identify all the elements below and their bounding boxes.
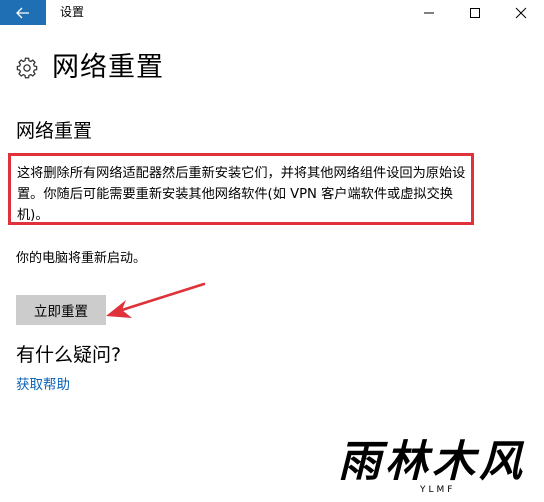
minimize-button[interactable] (406, 0, 452, 25)
reset-now-button[interactable]: 立即重置 (16, 295, 106, 325)
gear-icon (16, 57, 38, 79)
watermark-logo-text: 雨林木风 (338, 437, 526, 487)
maximize-button[interactable] (452, 0, 498, 25)
maximize-icon (470, 7, 480, 18)
close-icon (515, 7, 527, 18)
minimize-icon (424, 12, 434, 13)
settings-window: 设置 网络重置 网络重置 这将删除所有网络适配器然后重新安装它们，并将其他网络组… (0, 0, 544, 502)
back-button[interactable] (0, 0, 46, 25)
page-header: 网络重置 (16, 50, 164, 86)
title-bar: 设置 (0, 0, 544, 25)
watermark-logo: 雨林木风 YLMF (338, 438, 538, 498)
description-highlight-box: 这将删除所有网络适配器然后重新安装它们，并将其他网络组件设回为原始设置。你随后可… (8, 153, 474, 225)
restart-note: 你的电脑将重新启动。 (16, 251, 147, 266)
watermark-logo-sub: YLMF (420, 485, 456, 495)
help-question: 有什么疑问? (16, 344, 122, 366)
get-help-link[interactable]: 获取帮助 (16, 376, 70, 394)
close-button[interactable] (498, 0, 544, 25)
reset-description: 这将删除所有网络适配器然后重新安装它们，并将其他网络组件设回为原始设置。你随后可… (17, 166, 466, 223)
section-title: 网络重置 (16, 120, 93, 142)
back-arrow-icon (16, 7, 29, 18)
page-title: 网络重置 (52, 52, 164, 83)
window-title: 设置 (60, 5, 85, 19)
annotation-arrow-icon (106, 282, 206, 318)
